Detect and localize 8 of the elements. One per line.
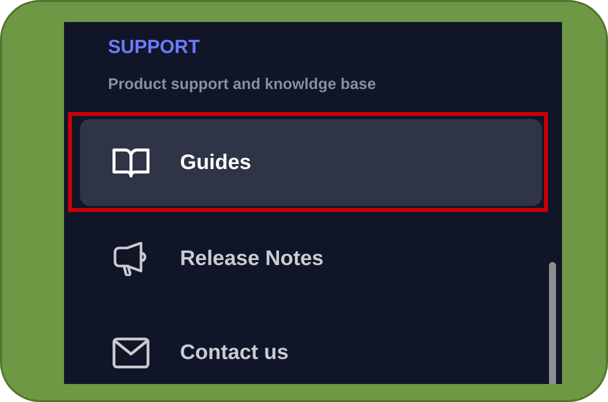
nav-item[interactable]: Guides	[80, 119, 542, 206]
envelope-icon	[112, 336, 150, 370]
section-title: SUPPORT	[108, 36, 201, 60]
section-subtitle: Product support and knowldge base	[108, 75, 377, 95]
scrollbar-thumb[interactable]	[549, 262, 556, 384]
nav-item[interactable]: Contact us	[80, 310, 542, 396]
nav-item[interactable]: Release Notes	[80, 216, 542, 302]
book-icon	[112, 146, 150, 180]
